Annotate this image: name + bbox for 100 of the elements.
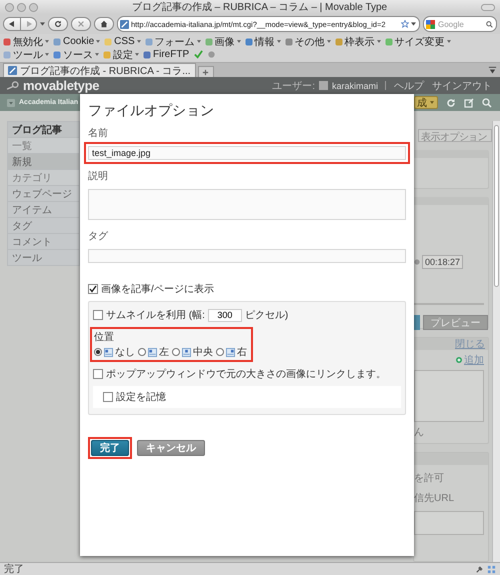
caret-icon [430,101,434,104]
sidebar-item[interactable]: ウェブページ [7,186,80,202]
bookmark-menu[interactable]: 情報 [244,35,281,48]
user-label: ユーザー: [272,80,315,92]
grid-icon [487,564,496,574]
tab-list-icon[interactable] [488,66,497,74]
toolbar-toggle-icon[interactable] [481,4,495,10]
bookmark-menu[interactable]: サイズ変更 [384,35,451,48]
search-engine-icon[interactable] [426,20,435,28]
home-icon [100,20,108,28]
checkbox[interactable] [103,392,113,402]
caret-icon[interactable] [40,22,45,26]
radio-button[interactable] [138,348,146,356]
toolbar-icon [144,38,153,46]
toolbar-icon [204,38,213,46]
sidebar-item[interactable]: タグ [7,218,80,234]
search-icon[interactable] [486,20,493,28]
check-icon[interactable] [194,50,204,59]
add-icon[interactable] [456,357,462,363]
dialog-title: ファイルオプション [88,102,215,120]
scrollbar[interactable] [492,121,500,562]
radio-label: 左 [159,346,169,359]
toolbar-icon [384,38,393,46]
unit-label: ピクセル) [244,309,288,322]
sidebar-item[interactable]: アイテム [7,202,80,218]
dropdown-icon[interactable] [7,98,15,106]
checkbox[interactable] [88,284,98,294]
checkbox-label: ポップアップウィンドウで元の大きさの画像にリンクします。 [106,368,386,381]
plus-icon [202,68,210,76]
sidebar-item[interactable]: コメント [7,234,80,250]
dot-icon[interactable] [207,50,216,59]
back-button[interactable] [3,17,21,31]
field-label: タグ [88,230,109,243]
sidebar-item[interactable]: ブログ記事 [7,121,80,138]
panel-text: を許可 [414,472,445,485]
key-icon [6,81,19,90]
toolbar-icon [244,38,253,46]
toolbar-icon [284,38,293,46]
user-name: karakimami [332,80,378,90]
window-title: ブログ記事の作成 – RUBRICA – コラム – | Movable Type [130,0,388,14]
reload-button[interactable] [48,17,68,31]
panel-text: ん [414,426,425,439]
bookmark-menu[interactable]: 設定 [103,48,139,61]
create-button[interactable]: 成 [414,96,438,109]
radio-button[interactable] [172,348,180,356]
browser-tab[interactable]: ブログ記事の作成 - RUBRICA - コラ... [3,63,196,77]
time-field[interactable]: 00:18:27 [422,255,464,269]
bookmark-menu[interactable]: 無効化 [3,35,49,48]
search-field[interactable]: Google [423,16,497,32]
image-position-icon [226,348,235,356]
star-icon[interactable] [401,20,409,28]
site-icon [120,20,129,28]
edit-icon[interactable] [464,98,474,108]
bookmark-menu[interactable]: ソース [53,48,99,61]
bookmark-menu[interactable]: CSS [104,35,141,48]
bookmark-menu[interactable]: フォーム [144,35,201,48]
sidebar-item[interactable]: 新規 [7,154,80,170]
new-tab-button[interactable] [198,66,214,77]
bookmark-menu[interactable]: ツール [3,48,49,61]
image-position-icon [104,348,113,356]
image-position-icon [182,348,191,356]
status-text: 完了 [4,562,24,575]
caret-icon[interactable] [411,22,416,26]
home-button[interactable] [94,17,114,31]
width-field[interactable]: 300 [208,308,242,322]
checkbox[interactable] [93,310,103,320]
back-icon [8,20,16,28]
radio-button[interactable] [216,348,224,356]
toolbar-icon [334,38,343,46]
image-position-icon [148,348,157,356]
text-field[interactable] [88,249,406,263]
reload-icon [54,20,62,28]
bookmark-menu[interactable]: その他 [284,35,331,48]
field-label: 説明 [88,170,109,183]
sidebar-item[interactable]: ツール [7,250,80,266]
bookmark-menu[interactable]: FireFTP [143,48,190,61]
avatar-icon [318,81,328,90]
radio-label: 右 [237,346,247,359]
bookmark-menu[interactable]: 枠表示 [334,35,381,48]
radio-label: なし [115,346,135,359]
text-field[interactable]: test_image.jpg [88,146,406,160]
header-link[interactable]: サインアウト [432,78,492,92]
site-icon [8,66,17,75]
bookmark-menu[interactable]: 画像 [204,35,241,48]
done-button[interactable]: 完了 [91,440,129,456]
refresh-icon[interactable] [446,98,456,108]
bookmark-menu[interactable]: Cookie [53,35,100,48]
app-logo: movabletype [23,78,100,93]
radio-label: 中央 [193,346,213,359]
checkbox-label: サムネイルを利用 (幅: [106,308,205,322]
field-label: 名前 [88,127,109,140]
checkbox[interactable] [93,369,103,379]
plug-icon [475,564,484,574]
checkbox-label: 設定を記憶 [116,390,166,404]
radio-button[interactable] [94,348,102,356]
checkbox-label: 画像を記事/ページに表示 [101,282,214,296]
panel-text: 信先URL [414,492,456,505]
header-link[interactable]: ヘルプ [394,78,424,92]
cross-icon [77,20,85,28]
position-label: 位置 [94,330,115,344]
